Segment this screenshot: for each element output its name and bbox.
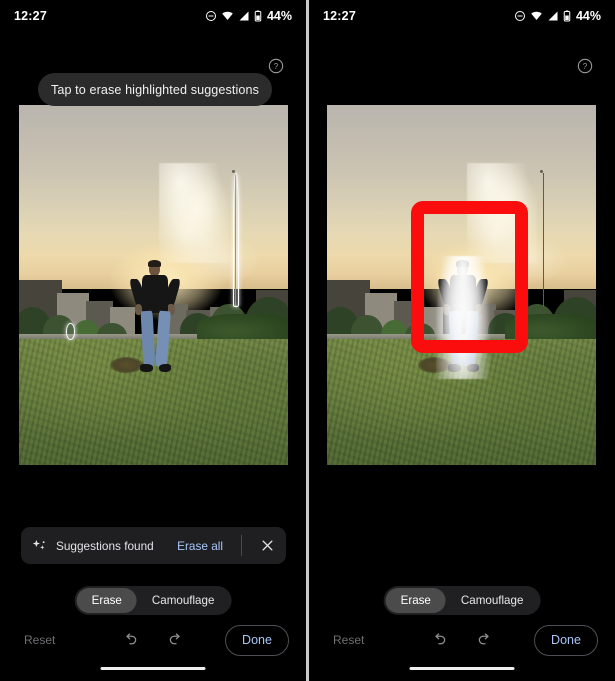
status-icon-group: 44% xyxy=(514,9,601,23)
person-hair xyxy=(148,260,162,268)
status-icon-group: 44% xyxy=(205,9,292,23)
battery-icon xyxy=(254,10,262,22)
photo-canvas-left[interactable] xyxy=(19,105,288,465)
status-clock: 12:27 xyxy=(323,9,356,23)
battery-percent: 44% xyxy=(575,9,601,23)
status-bar: 12:27 44% xyxy=(309,0,615,32)
person-leg-right xyxy=(154,310,171,367)
signal-icon xyxy=(238,10,250,22)
photo-image xyxy=(19,105,288,465)
reset-button[interactable]: Reset xyxy=(24,633,55,647)
bottom-toolbar-right: Reset Done xyxy=(309,623,615,657)
battery-icon xyxy=(563,10,571,22)
sparkle-icon xyxy=(32,538,47,553)
suggestions-label: Suggestions found xyxy=(56,538,154,553)
wifi-icon xyxy=(530,10,543,22)
status-clock: 12:27 xyxy=(14,9,47,23)
redo-icon[interactable] xyxy=(476,631,494,649)
antenna-pole xyxy=(542,173,544,307)
mode-option-camouflage[interactable]: Camouflage xyxy=(446,588,539,613)
undo-redo-group xyxy=(430,631,494,649)
done-button[interactable]: Done xyxy=(225,624,289,656)
mode-toggle-right: Erase Camouflage xyxy=(383,586,541,615)
screenshot-pair: 12:27 44% ? Tap to erase highlighted sug… xyxy=(0,0,615,681)
erase-tooltip: Tap to erase highlighted suggestions xyxy=(38,73,272,106)
mode-option-erase[interactable]: Erase xyxy=(76,588,137,613)
red-rectangle-highlight xyxy=(411,201,528,353)
mode-option-camouflage[interactable]: Camouflage xyxy=(137,588,230,613)
svg-text:?: ? xyxy=(274,62,279,71)
wifi-icon xyxy=(221,10,234,22)
bottom-toolbar-left: Reset Done xyxy=(0,623,306,657)
do-not-disturb-icon xyxy=(205,10,217,22)
left-phone-screen: 12:27 44% ? Tap to erase highlighted sug… xyxy=(0,0,306,681)
signal-icon xyxy=(547,10,559,22)
erase-all-button[interactable]: Erase all xyxy=(177,539,223,553)
photo-canvas-right[interactable] xyxy=(327,105,596,465)
reset-button[interactable]: Reset xyxy=(333,633,364,647)
person-shoe-right xyxy=(158,364,172,373)
help-circle-icon[interactable]: ? xyxy=(577,58,593,74)
mode-toggle-left: Erase Camouflage xyxy=(74,586,232,615)
suggestions-bar: Suggestions found Erase all xyxy=(21,527,286,564)
mode-option-erase[interactable]: Erase xyxy=(385,588,446,613)
redo-icon[interactable] xyxy=(167,631,185,649)
navigation-pill[interactable] xyxy=(100,666,206,670)
antenna-tip xyxy=(231,169,235,173)
undo-redo-group xyxy=(121,631,185,649)
status-bar: 12:27 44% xyxy=(0,0,306,32)
person-torso xyxy=(142,274,168,313)
person-subject xyxy=(128,260,182,374)
done-button[interactable]: Done xyxy=(534,624,598,656)
person-shoe-left xyxy=(140,364,153,373)
right-phone-screen: 12:27 44% ? Erase Camouflage Reset Done xyxy=(309,0,615,681)
close-icon[interactable] xyxy=(260,538,275,553)
divider xyxy=(241,535,242,556)
person-leg-left xyxy=(140,310,156,367)
battery-percent: 44% xyxy=(266,9,292,23)
do-not-disturb-icon xyxy=(514,10,526,22)
antenna-tip xyxy=(539,169,543,173)
help-circle-icon[interactable]: ? xyxy=(268,58,284,74)
undo-icon[interactable] xyxy=(121,631,139,649)
tower-suggestion-outline[interactable] xyxy=(232,173,240,307)
navigation-pill[interactable] xyxy=(409,666,515,670)
tooltip-text: Tap to erase highlighted suggestions xyxy=(50,82,260,97)
undo-icon[interactable] xyxy=(430,631,448,649)
svg-text:?: ? xyxy=(583,62,588,71)
